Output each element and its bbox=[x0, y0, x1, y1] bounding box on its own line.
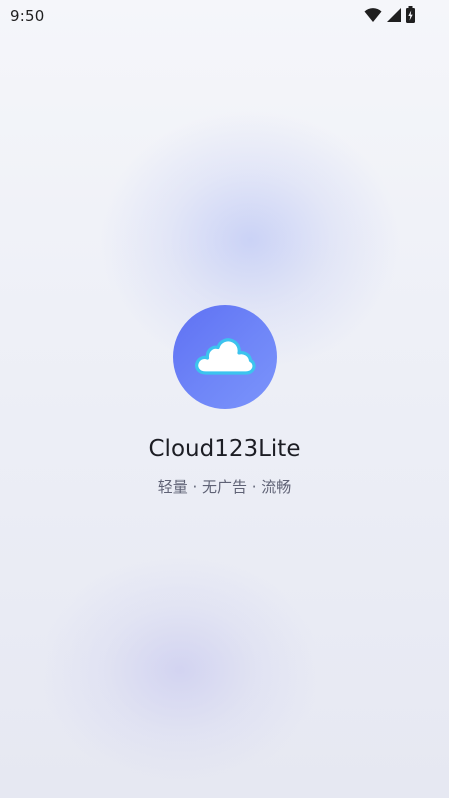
background-glow-bottom bbox=[40, 555, 320, 785]
status-icons bbox=[364, 6, 415, 23]
splash-screen: 9:50 Cloud123Lite 轻量 · 无广告 · 流畅 bbox=[0, 0, 449, 798]
app-tagline: 轻量 · 无广告 · 流畅 bbox=[157, 478, 292, 496]
status-time: 9:50 bbox=[10, 7, 45, 25]
status-bar: 9:50 bbox=[0, 0, 449, 30]
app-logo bbox=[173, 305, 277, 409]
battery-charging-icon bbox=[406, 6, 415, 23]
app-name: Cloud123Lite bbox=[148, 436, 301, 462]
cellular-signal-icon bbox=[386, 7, 402, 23]
cloud-icon bbox=[193, 335, 257, 379]
wifi-icon bbox=[364, 7, 382, 23]
